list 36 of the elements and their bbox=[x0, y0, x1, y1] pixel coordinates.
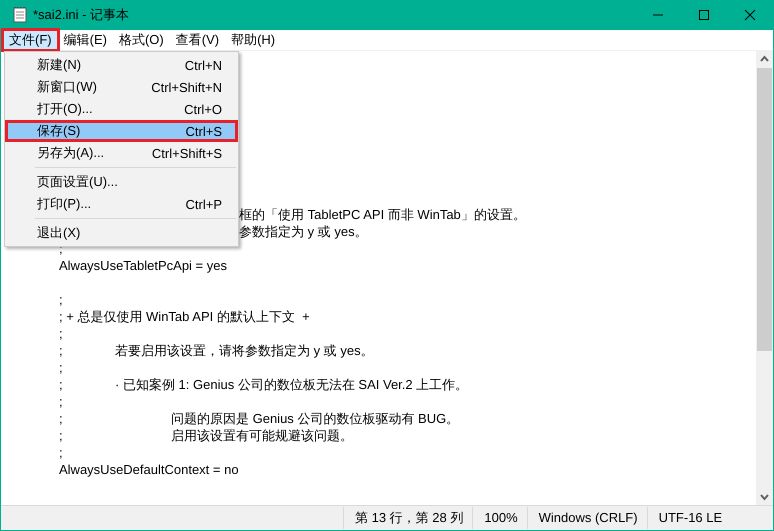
menu-item[interactable]: 打开(O)... Ctrl+O bbox=[5, 98, 238, 120]
text-line: 框的「使用 TabletPC API 而非 WinTab」的设置。 bbox=[239, 207, 526, 222]
menu-bar-item[interactable]: 格式(O) bbox=[112, 30, 170, 50]
window-title: *sai2.ini - 记事本 bbox=[33, 6, 130, 24]
text-line: ; 若要启用该设置，请将参数指定为 y 或 yes。 bbox=[59, 343, 374, 358]
scrollbar-thumb[interactable] bbox=[757, 68, 772, 351]
text-line: ; bbox=[59, 326, 63, 341]
text-line: AlwaysUseTabletPcApi = yes bbox=[59, 258, 227, 273]
menu-item[interactable]: 新窗口(W) Ctrl+Shift+N bbox=[5, 76, 238, 98]
notepad-icon bbox=[13, 7, 27, 23]
status-text: UTF-16 LE bbox=[646, 507, 732, 529]
text-line: ; · 已知案例 1: Genius 公司的数位板无法在 SAI Ver.2 上工作。 bbox=[59, 377, 468, 392]
text-line: ; 问题的原因是 Genius 公司的数位板驱动有 BUG。 bbox=[59, 411, 460, 426]
status-text: 第 13 行，第 28 列 bbox=[343, 507, 472, 529]
text-line: ; bbox=[59, 292, 63, 307]
text-line: ; 启用该设置有可能规避该问题。 bbox=[59, 428, 353, 443]
menu-item[interactable]: 另存为(A)... Ctrl+Shift+S bbox=[5, 142, 238, 164]
text-line: ; bbox=[59, 445, 63, 460]
close-icon bbox=[744, 9, 756, 21]
menu-item[interactable]: 保存(S) Ctrl+S bbox=[5, 120, 238, 142]
text-line: ; bbox=[59, 360, 63, 375]
menu-bar-item[interactable]: 编辑(E) bbox=[58, 30, 113, 50]
status-text: Windows (CRLF) bbox=[526, 507, 647, 529]
menu-bar-item[interactable]: 文件(F) bbox=[3, 30, 58, 50]
menu-item[interactable]: 打印(P)... Ctrl+P bbox=[5, 193, 238, 215]
status-text: 100% bbox=[472, 507, 527, 529]
text-line: ; bbox=[59, 394, 63, 409]
maximize-icon bbox=[698, 9, 710, 21]
text-line: 参数指定为 y 或 yes。 bbox=[239, 224, 368, 239]
menu-bar-item[interactable]: 帮助(H) bbox=[225, 30, 282, 50]
text-line: ; + 总是仅使用 WinTab API 的默认上下文 + bbox=[59, 309, 310, 324]
menu-bar-item[interactable]: 查看(V) bbox=[170, 30, 226, 50]
menu-item[interactable]: 新建(N) Ctrl+N bbox=[5, 54, 238, 76]
menu-item[interactable]: 页面设置(U)... bbox=[5, 171, 238, 193]
menu-item[interactable]: 退出(X) bbox=[5, 222, 238, 244]
text-line: AlwaysUseDefaultContext = no bbox=[59, 462, 239, 477]
